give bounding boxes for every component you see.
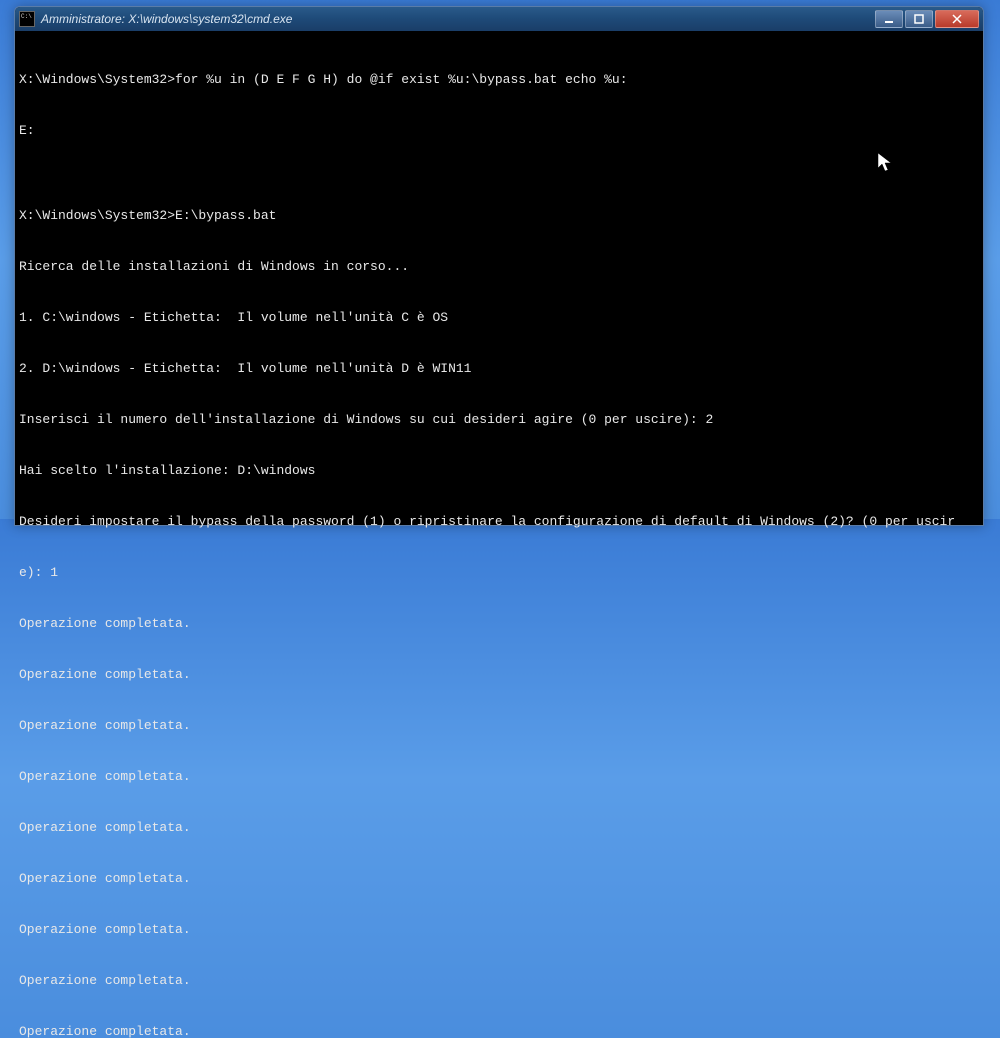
window-controls: [875, 10, 979, 28]
terminal-line: Operazione completata.: [19, 870, 979, 887]
terminal-line: 2. D:\windows - Etichetta: Il volume nel…: [19, 360, 979, 377]
terminal-line: Desideri impostare il bypass della passw…: [19, 513, 979, 530]
terminal-line: Operazione completata.: [19, 1023, 979, 1038]
minimize-button[interactable]: [875, 10, 903, 28]
terminal-line: Operazione completata.: [19, 972, 979, 989]
terminal-output[interactable]: X:\Windows\System32>for %u in (D E F G H…: [15, 31, 983, 1038]
window-title: Amministratore: X:\windows\system32\cmd.…: [41, 12, 875, 26]
terminal-line: X:\Windows\System32>for %u in (D E F G H…: [19, 71, 979, 88]
terminal-line: Operazione completata.: [19, 717, 979, 734]
terminal-line: Inserisci il numero dell'installazione d…: [19, 411, 979, 428]
maximize-button[interactable]: [905, 10, 933, 28]
terminal-line: Operazione completata.: [19, 615, 979, 632]
cmd-window: Amministratore: X:\windows\system32\cmd.…: [14, 6, 984, 526]
terminal-line: e): 1: [19, 564, 979, 581]
terminal-line: Operazione completata.: [19, 921, 979, 938]
cmd-icon: [19, 11, 35, 27]
terminal-line: Operazione completata.: [19, 768, 979, 785]
terminal-line: Hai scelto l'installazione: D:\windows: [19, 462, 979, 479]
close-button[interactable]: [935, 10, 979, 28]
titlebar[interactable]: Amministratore: X:\windows\system32\cmd.…: [15, 7, 983, 31]
terminal-line: E:: [19, 122, 979, 139]
terminal-line: X:\Windows\System32>E:\bypass.bat: [19, 207, 979, 224]
terminal-line: Operazione completata.: [19, 819, 979, 836]
terminal-line: Operazione completata.: [19, 666, 979, 683]
terminal-line: 1. C:\windows - Etichetta: Il volume nel…: [19, 309, 979, 326]
terminal-line: Ricerca delle installazioni di Windows i…: [19, 258, 979, 275]
